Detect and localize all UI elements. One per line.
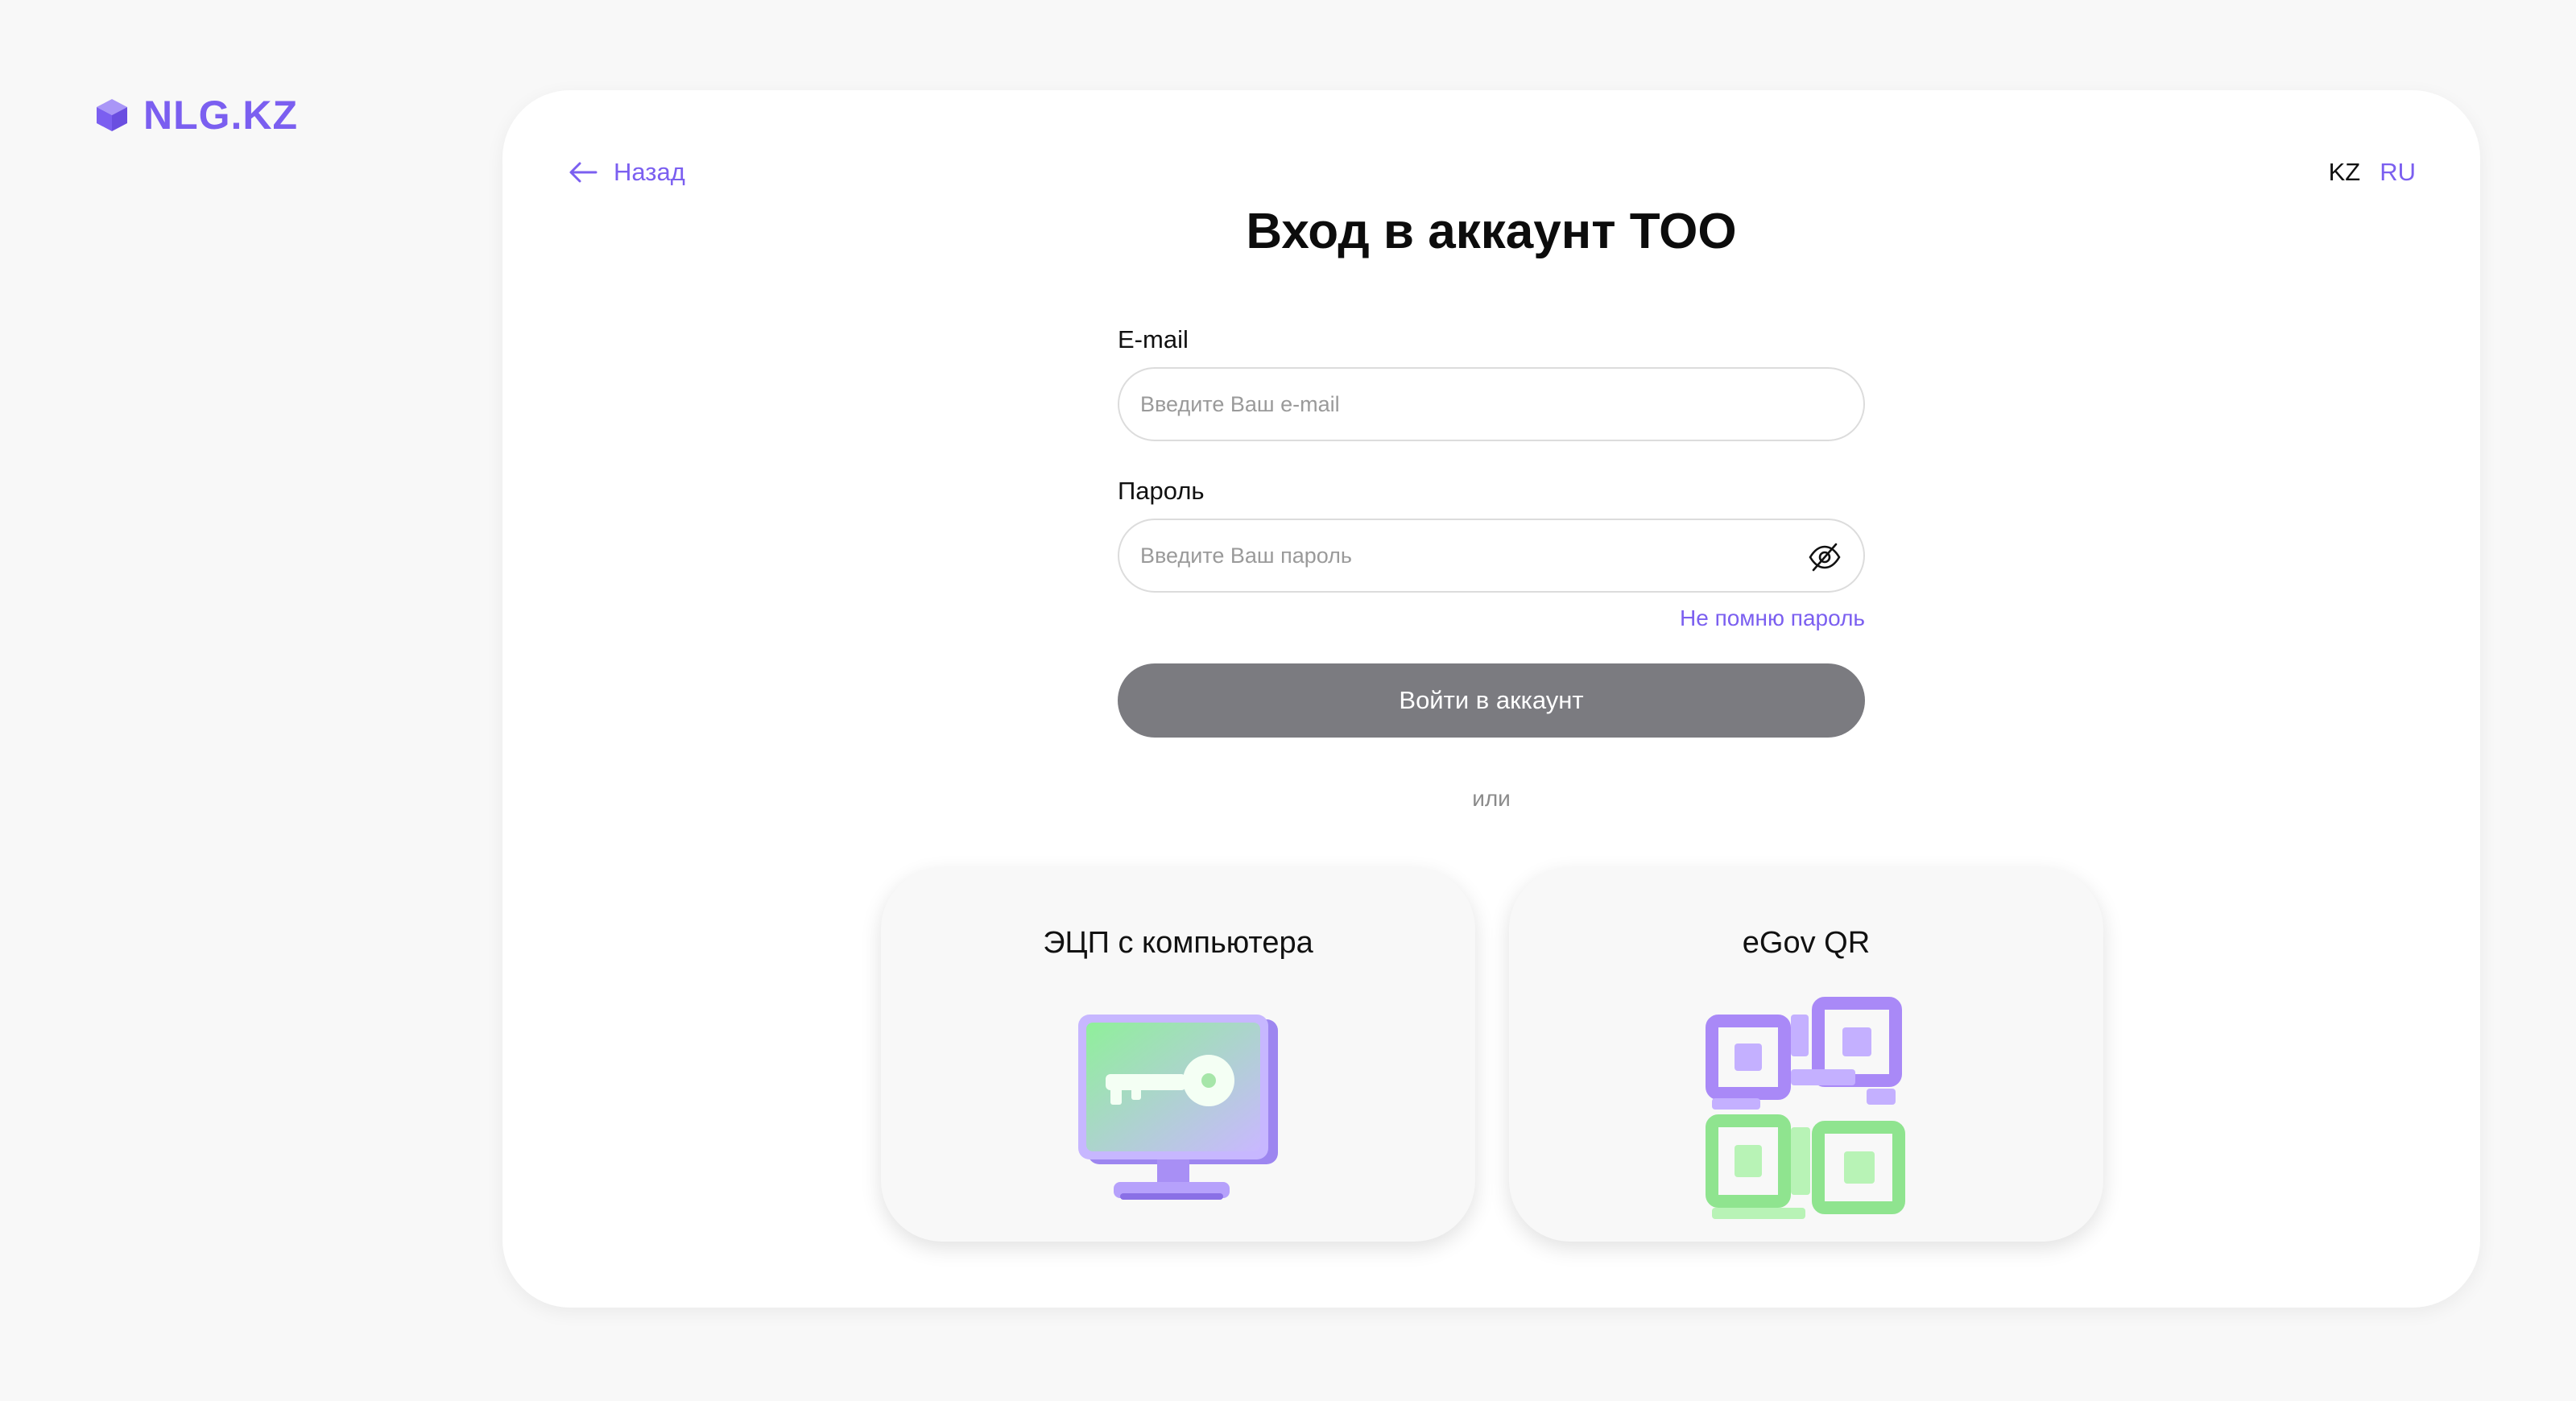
cube-icon <box>95 97 129 133</box>
arrow-left-icon <box>569 160 597 184</box>
monitor-key-icon <box>1073 1006 1283 1216</box>
page-title: Вход в аккаунт ТОО <box>1246 204 1737 259</box>
alt-login-methods: ЭЦП с компьютера eGov QR <box>881 868 2103 1242</box>
or-divider: или <box>1472 786 1511 811</box>
language-switcher: KZ RU <box>2329 158 2416 187</box>
egov-option-title: eGov QR <box>1742 926 1871 960</box>
login-form: E-mail Пароль Не помню пароль Войти в ак… <box>1118 325 1865 738</box>
login-card: Назад KZ RU Вход в аккаунт ТОО E-mail Па… <box>502 90 2480 1308</box>
brand-name: NLG.KZ <box>143 93 299 138</box>
brand-logo[interactable]: NLG.KZ <box>95 92 298 138</box>
eds-computer-option[interactable]: ЭЦП с компьютера <box>881 868 1475 1242</box>
password-field-wrap <box>1118 519 1865 593</box>
password-label: Пароль <box>1118 477 1205 505</box>
egov-qr-option[interactable]: eGov QR <box>1509 868 2103 1242</box>
back-label: Назад <box>614 158 685 186</box>
email-label: E-mail <box>1118 325 1189 353</box>
lang-kz[interactable]: KZ <box>2329 158 2361 187</box>
qr-code-icon <box>1697 986 1915 1227</box>
login-button[interactable]: Войти в аккаунт <box>1118 663 1865 738</box>
email-input[interactable] <box>1119 369 1863 440</box>
back-link[interactable]: Назад <box>569 158 685 187</box>
forgot-password-link[interactable]: Не помню пароль <box>1118 605 1865 631</box>
password-input[interactable] <box>1119 520 1863 591</box>
eye-off-icon[interactable] <box>1807 539 1842 575</box>
email-field-wrap <box>1118 367 1865 441</box>
eds-option-title: ЭЦП с компьютера <box>1043 926 1313 960</box>
lang-ru[interactable]: RU <box>2380 158 2416 187</box>
